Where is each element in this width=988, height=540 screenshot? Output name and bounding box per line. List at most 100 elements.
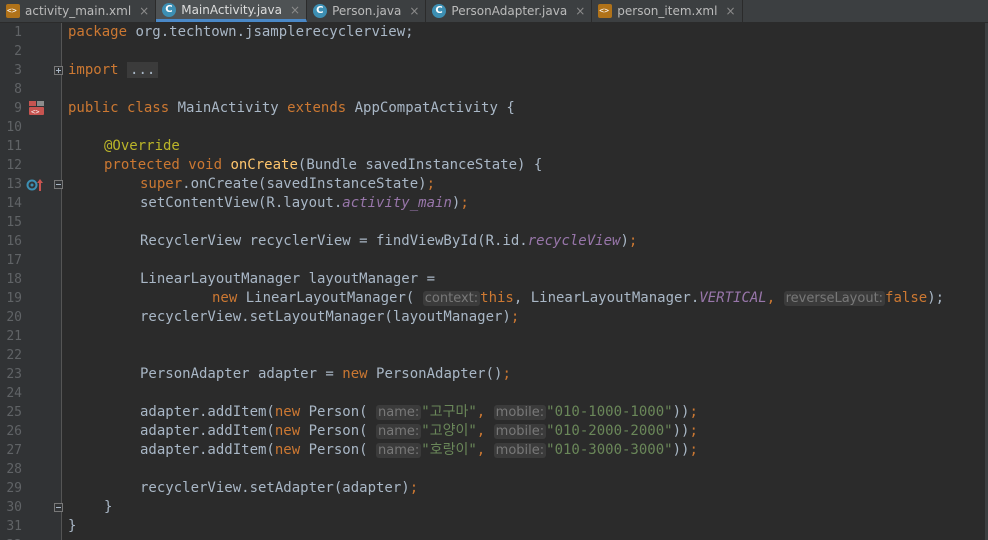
keyword: extends (287, 100, 347, 116)
line-number: 29 (6, 481, 22, 496)
line-number: 15 (6, 215, 22, 230)
code-text: adapter.addItem( (140, 423, 275, 439)
line-number: 22 (6, 348, 22, 363)
code-line-28: adapter.addItem(new Person( name: "호랑이", … (140, 441, 698, 460)
line-number: 3 (14, 63, 22, 78)
code-text: Person( (300, 442, 368, 458)
keyword: public class (68, 100, 170, 116)
keyword: new (274, 423, 301, 439)
parameter-hint: mobile: (493, 405, 547, 420)
code-editor[interactable]: package org.techtown.jsamplerecyclerview… (68, 23, 988, 540)
close-icon[interactable]: × (139, 4, 149, 18)
line-number: 30 (6, 500, 22, 515)
parameter-hint: mobile: (493, 443, 547, 458)
parameter-hint: name: (376, 405, 422, 420)
line-number: 21 (6, 329, 22, 344)
folded-imports[interactable]: ... (127, 62, 159, 78)
code-line-12: @Override (104, 137, 180, 156)
code-text: ); (927, 290, 945, 306)
fold-expand-icon[interactable] (54, 66, 63, 75)
code-text: PersonAdapter adapter = (140, 366, 343, 382)
tab-label: activity_main.xml (25, 4, 132, 18)
fold-collapse-icon[interactable] (54, 503, 63, 512)
line-number: 14 (6, 196, 22, 211)
comma: , (476, 442, 486, 458)
code-line-14: super.onCreate(savedInstanceState); (140, 175, 435, 194)
override-marker-icon[interactable] (26, 178, 44, 192)
string-literal: "고구마" (421, 404, 477, 420)
code-text: Person( (300, 404, 368, 420)
code-text: ) (620, 233, 629, 249)
close-icon[interactable]: × (575, 4, 585, 18)
code-text: MainActivity (169, 100, 288, 116)
code-line-19: LinearLayoutManager layoutManager = (140, 270, 435, 289)
keyword: new (274, 442, 301, 458)
line-number: 28 (6, 462, 22, 477)
line-number: 12 (6, 158, 22, 173)
tab-label: person_item.xml (617, 4, 718, 18)
code-text: AppCompatActivity { (346, 100, 515, 116)
xml-file-icon (6, 4, 20, 18)
keyword: this (480, 290, 514, 306)
keyword: package (68, 24, 128, 40)
line-number: 10 (6, 120, 22, 135)
string-literal: "010-1000-1000" (546, 404, 673, 420)
string-literal: "고양이" (421, 423, 477, 439)
ide-window: activity_main.xml × MainActivity.java × … (0, 0, 988, 540)
code-text: recyclerView.setAdapter(adapter) (140, 480, 410, 496)
code-text: setContentView(R.layout. (140, 195, 343, 211)
semicolon: ; (502, 366, 511, 382)
line-number-gutter: 1 2 3 8 9 10 11 12 13 14 15 16 17 18 19 … (0, 23, 63, 540)
code-line-13: protected void onCreate(Bundle savedInst… (104, 156, 542, 175)
semicolon: ; (426, 176, 436, 192)
close-icon[interactable]: × (290, 3, 300, 17)
code-text: )) (672, 404, 690, 420)
code-text: } (68, 518, 77, 534)
tab-person-adapter-java[interactable]: PersonAdapter.java × (426, 0, 593, 22)
code-line-31: } (104, 498, 112, 517)
line-number: 8 (14, 82, 22, 97)
semicolon: ; (409, 480, 419, 496)
semicolon: ; (689, 442, 698, 458)
fold-collapse-icon[interactable] (54, 180, 63, 189)
code-line-21: recyclerView.setLayoutManager(layoutMana… (140, 308, 519, 327)
line-number: 16 (6, 234, 22, 249)
comma: , (476, 404, 486, 420)
tab-label: PersonAdapter.java (451, 4, 568, 18)
code-text: RecyclerView recyclerView = findViewById… (140, 233, 528, 249)
java-class-icon (162, 2, 177, 17)
tab-person-item-xml[interactable]: person_item.xml × (592, 0, 743, 22)
parameter-hint: name: (376, 424, 422, 439)
code-line-3: import ... (68, 61, 159, 80)
code-text: recyclerView.setLayoutManager(layoutMana… (140, 309, 511, 325)
line-number: 2 (14, 44, 22, 59)
field-ref: recycleView (527, 233, 621, 249)
line-number: 31 (6, 519, 22, 534)
tab-main-activity-java[interactable]: MainActivity.java × (156, 0, 308, 22)
layout-editor-icon[interactable]: <> (28, 100, 46, 116)
tab-person-java[interactable]: Person.java × (307, 0, 427, 22)
string-literal: "010-2000-2000" (546, 423, 673, 439)
code-text: .onCreate(savedInstanceState) (182, 176, 427, 192)
comma: , (476, 423, 486, 439)
line-number: 11 (6, 139, 22, 154)
tab-activity-main-xml[interactable]: activity_main.xml × (0, 0, 157, 22)
code-text: adapter.addItem( (140, 442, 275, 458)
tab-label: MainActivity.java (181, 2, 282, 17)
comma: , (766, 290, 776, 306)
close-icon[interactable]: × (725, 4, 735, 18)
line-number: 23 (6, 367, 22, 382)
close-icon[interactable]: × (409, 4, 419, 18)
keyword: new (212, 290, 238, 306)
code-line-15: setContentView(R.layout.activity_main); (140, 194, 469, 213)
line-number: 9 (14, 101, 22, 116)
parameter-hint: reverseLayout: (783, 291, 886, 306)
code-line-30: recyclerView.setAdapter(adapter); (140, 479, 418, 498)
semicolon: ; (689, 404, 698, 420)
keyword: super (140, 176, 183, 192)
svg-text:<>: <> (31, 108, 39, 116)
keyword: false (885, 290, 928, 306)
parameter-hint: name: (376, 443, 422, 458)
semicolon: ; (628, 233, 638, 249)
code-text: } (104, 499, 113, 515)
